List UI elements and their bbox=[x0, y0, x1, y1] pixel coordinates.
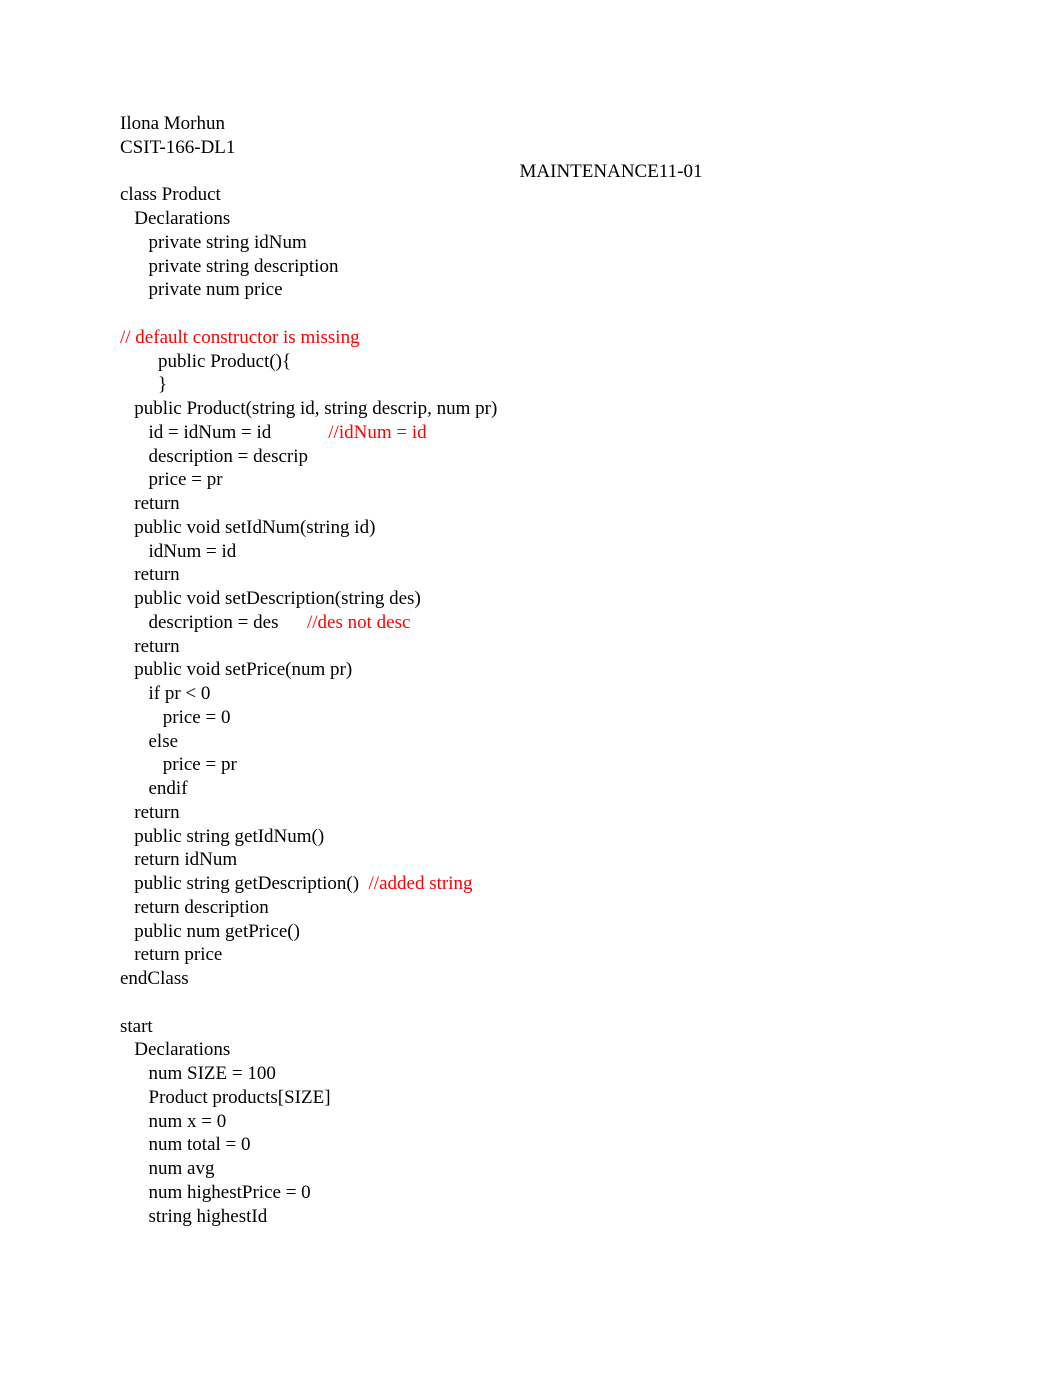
code-line: public Product(){ bbox=[120, 350, 942, 374]
code-line: price = pr bbox=[120, 468, 942, 492]
course-line: CSIT-166-DL1 bbox=[120, 136, 942, 160]
code-line: id = idNum = id //idNum = id bbox=[120, 421, 942, 445]
comment-text: //idNum = id bbox=[328, 422, 426, 443]
code-line: public Product(string id, string descrip… bbox=[120, 397, 942, 421]
code-line: Declarations bbox=[120, 207, 942, 231]
code-line: idNum = id bbox=[120, 540, 942, 564]
code-line: } bbox=[120, 373, 942, 397]
code-line: public void setPrice(num pr) bbox=[120, 658, 942, 682]
code-line: Declarations bbox=[120, 1038, 942, 1062]
code-line: num highestPrice = 0 bbox=[120, 1181, 942, 1205]
code-line: num x = 0 bbox=[120, 1110, 942, 1134]
code-line: public string getDescription() //added s… bbox=[120, 872, 942, 896]
comment-line: // default constructor is missing bbox=[120, 326, 942, 350]
comment-text: //des not desc bbox=[307, 612, 410, 633]
code-line: endif bbox=[120, 777, 942, 801]
code-line: class Product bbox=[120, 183, 942, 207]
code-line: Product products[SIZE] bbox=[120, 1086, 942, 1110]
comment-text: //added string bbox=[369, 873, 473, 894]
document-page: Ilona Morhun CSIT-166-DL1 MAINTENANCE11-… bbox=[0, 0, 1062, 1377]
code-line: start bbox=[120, 1015, 942, 1039]
code-line: num avg bbox=[120, 1157, 942, 1181]
code-line: private string description bbox=[120, 255, 942, 279]
code-line: private string idNum bbox=[120, 231, 942, 255]
code-line: description = descrip bbox=[120, 445, 942, 469]
code-line: public num getPrice() bbox=[120, 920, 942, 944]
code-line: return bbox=[120, 635, 942, 659]
code-text: public string getDescription() bbox=[120, 873, 369, 894]
code-line: return idNum bbox=[120, 848, 942, 872]
code-line: return bbox=[120, 563, 942, 587]
code-line: return description bbox=[120, 896, 942, 920]
code-line: return price bbox=[120, 943, 942, 967]
code-line: num total = 0 bbox=[120, 1133, 942, 1157]
code-line: else bbox=[120, 730, 942, 754]
code-line: public void setDescription(string des) bbox=[120, 587, 942, 611]
code-line: return bbox=[120, 801, 942, 825]
blank-line bbox=[120, 302, 942, 326]
code-line: public void setIdNum(string id) bbox=[120, 516, 942, 540]
code-line: description = des //des not desc bbox=[120, 611, 942, 635]
code-text: id = idNum = id bbox=[120, 422, 328, 443]
code-line: return bbox=[120, 492, 942, 516]
code-line: string highestId bbox=[120, 1205, 942, 1229]
code-line: num SIZE = 100 bbox=[120, 1062, 942, 1086]
author-line: Ilona Morhun bbox=[120, 112, 942, 136]
code-line: price = pr bbox=[120, 753, 942, 777]
code-line: endClass bbox=[120, 967, 942, 991]
code-text: description = des bbox=[120, 612, 307, 633]
code-line: if pr < 0 bbox=[120, 682, 942, 706]
code-line: price = 0 bbox=[120, 706, 942, 730]
code-line: private num price bbox=[120, 278, 942, 302]
code-line: public string getIdNum() bbox=[120, 825, 942, 849]
blank-line bbox=[120, 991, 942, 1015]
document-title: MAINTENANCE11-01 bbox=[280, 160, 942, 184]
